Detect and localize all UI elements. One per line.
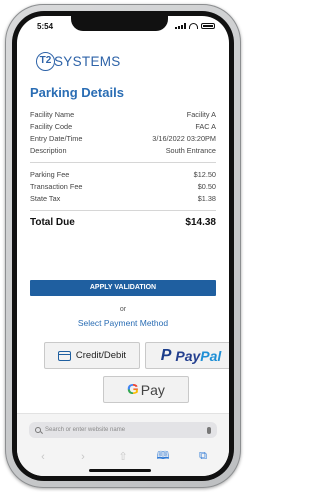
microphone-icon[interactable] bbox=[207, 426, 211, 434]
detail-label: Entry Date/Time bbox=[30, 134, 83, 143]
phone-screen: 5:54 T2 SYSTEMS Parking Details Facility… bbox=[17, 16, 229, 476]
back-icon[interactable]: ‹ bbox=[35, 451, 51, 463]
or-separator: or bbox=[119, 306, 127, 313]
paypal-logo-icon: P bbox=[160, 346, 172, 364]
detail-row: Facility Name Facility A bbox=[30, 109, 216, 121]
detail-value: Facility A bbox=[186, 110, 216, 119]
apply-validation-button[interactable]: APPLY VALIDATION bbox=[30, 280, 216, 296]
share-icon[interactable]: ⇧ bbox=[115, 450, 131, 463]
google-g-icon: G bbox=[127, 381, 139, 398]
credit-card-icon bbox=[57, 350, 71, 361]
detail-row: Facility Code FAC A bbox=[30, 121, 216, 133]
browser-nav-bar: ‹ › ⇧ 🕮 ⧉ bbox=[35, 447, 211, 466]
fee-value: $12.50 bbox=[193, 170, 216, 179]
wifi-icon bbox=[189, 23, 198, 29]
t2-systems-logo: T2 SYSTEMS bbox=[36, 50, 121, 72]
page-title: Parking Details bbox=[30, 85, 124, 100]
detail-value: 3/16/2022 03:20PM bbox=[152, 134, 216, 143]
google-pay-button[interactable]: G Pay bbox=[103, 376, 189, 403]
fee-value: $1.38 bbox=[197, 194, 216, 203]
notch bbox=[71, 16, 168, 31]
detail-row: Entry Date/Time 3/16/2022 03:20PM bbox=[30, 133, 216, 145]
battery-icon bbox=[201, 23, 215, 29]
detail-label: Facility Code bbox=[30, 122, 73, 131]
select-payment-method-link[interactable]: Select Payment Method bbox=[17, 318, 229, 328]
detail-label: Facility Name bbox=[30, 110, 75, 119]
logo-mark: T2 bbox=[36, 51, 55, 71]
parking-details-card: Parking Details Facility Name Facility A… bbox=[30, 76, 216, 228]
address-placeholder: Search or enter website name bbox=[45, 427, 126, 433]
paypal-wordmark: PayPal bbox=[175, 347, 222, 364]
total-label: Total Due bbox=[30, 217, 75, 228]
home-indicator bbox=[89, 469, 151, 472]
bookmarks-icon[interactable]: 🕮 bbox=[155, 447, 171, 466]
safari-toolbar: Search or enter website name ‹ › ⇧ 🕮 ⧉ bbox=[17, 413, 229, 476]
fee-label: Transaction Fee bbox=[30, 182, 83, 191]
phone-bezel: 5:54 T2 SYSTEMS Parking Details Facility… bbox=[12, 11, 234, 481]
credit-debit-label: Credit/Debit bbox=[75, 350, 127, 361]
fee-value: $0.50 bbox=[197, 182, 216, 191]
fee-row: Parking Fee $12.50 bbox=[30, 169, 216, 181]
fee-label: State Tax bbox=[30, 194, 61, 203]
status-icons bbox=[175, 23, 215, 29]
fee-row: Transaction Fee $0.50 bbox=[30, 181, 216, 193]
phone-frame: 5:54 T2 SYSTEMS Parking Details Facility… bbox=[5, 4, 241, 488]
address-bar[interactable]: Search or enter website name bbox=[29, 422, 217, 438]
detail-row: Description South Entrance bbox=[30, 145, 216, 157]
credit-debit-button[interactable]: Credit/Debit bbox=[44, 342, 140, 369]
paypal-button[interactable]: P PayPal bbox=[145, 342, 229, 369]
fee-row: State Tax $1.38 bbox=[30, 193, 216, 205]
total-due-row: Total Due $14.38 bbox=[30, 217, 216, 228]
divider bbox=[30, 210, 216, 211]
google-pay-label: Pay bbox=[140, 381, 165, 398]
status-time: 5:54 bbox=[37, 22, 54, 31]
search-icon bbox=[35, 427, 41, 433]
fee-label: Parking Fee bbox=[30, 170, 70, 179]
logo-text: SYSTEMS bbox=[54, 53, 121, 69]
detail-value: South Entrance bbox=[165, 146, 216, 155]
forward-icon[interactable]: › bbox=[75, 451, 91, 463]
total-value: $14.38 bbox=[185, 217, 216, 228]
cellular-signal-icon bbox=[175, 23, 186, 29]
tabs-icon[interactable]: ⧉ bbox=[195, 450, 211, 463]
detail-label: Description bbox=[30, 146, 67, 155]
divider bbox=[30, 162, 216, 163]
detail-value: FAC A bbox=[195, 122, 216, 131]
